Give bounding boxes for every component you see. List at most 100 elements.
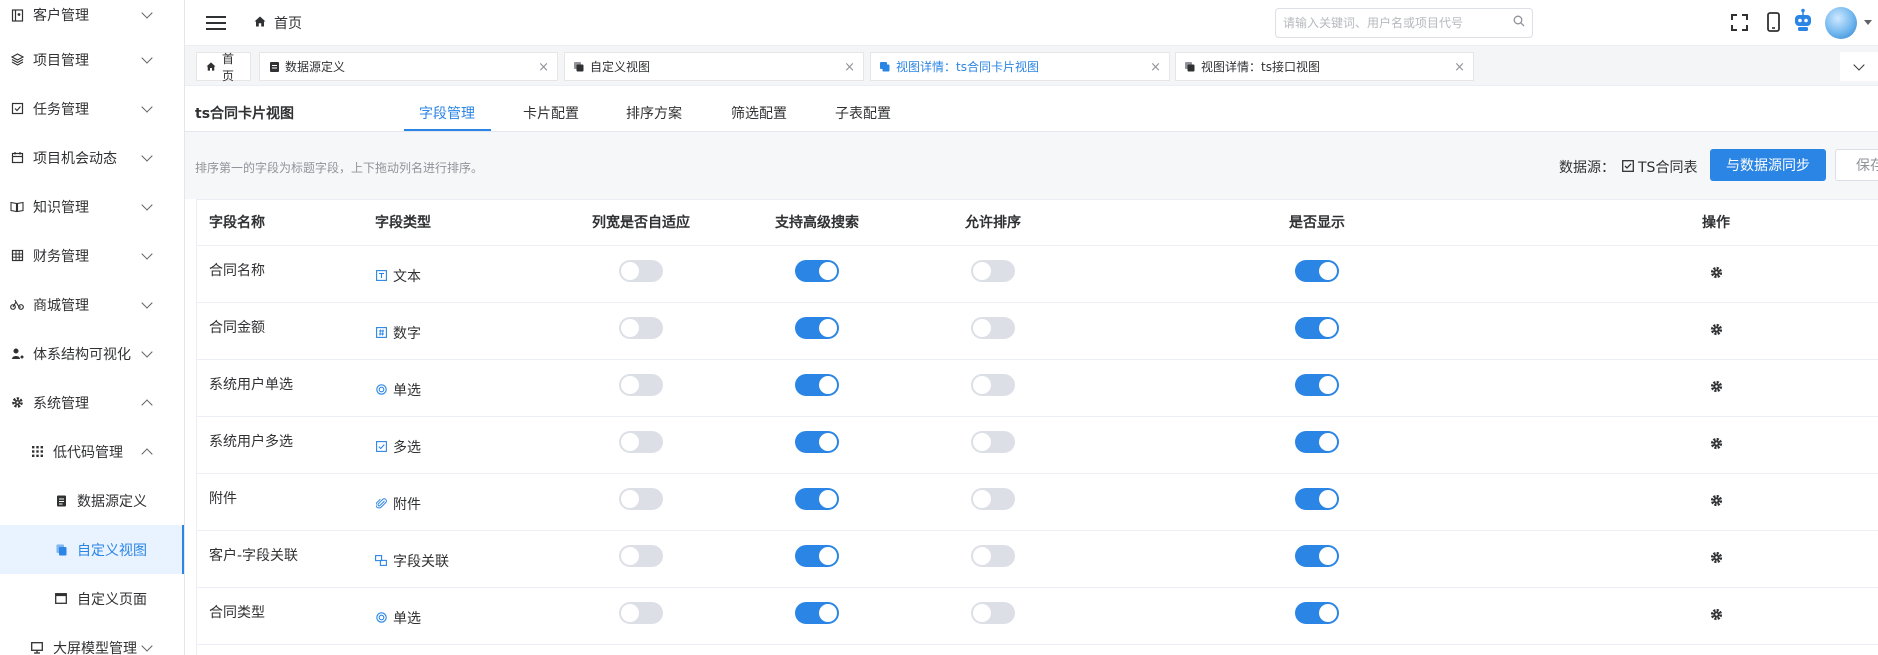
text-icon — [375, 270, 387, 282]
advanced-search-cell — [729, 473, 905, 531]
close-icon[interactable]: × — [844, 60, 855, 75]
subtab-subtable-config[interactable]: 子表配置 — [835, 103, 891, 123]
sidebar-item-knowledge[interactable]: 知识管理 — [0, 182, 184, 231]
tabs-dropdown-button[interactable] — [1840, 52, 1878, 81]
robot-assistant-icon[interactable] — [1792, 8, 1814, 31]
autowidth-switch[interactable] — [619, 544, 663, 567]
field-type-cell: 附件 — [375, 473, 553, 531]
sidebar-item-label: 系统管理 — [33, 395, 89, 412]
sidebar-item-label: 知识管理 — [33, 199, 89, 216]
tab-home[interactable]: 首页 — [196, 52, 251, 83]
user-avatar[interactable] — [1825, 7, 1857, 39]
sidebar-item-finance[interactable]: 财务管理 — [0, 231, 184, 280]
show-switch[interactable] — [1295, 487, 1339, 510]
tab-datasource[interactable]: 数据源定义 × — [259, 52, 558, 81]
subtab-sort-scheme[interactable]: 排序方案 — [626, 103, 682, 123]
advanced-search-switch[interactable] — [795, 373, 839, 396]
table-row[interactable]: 合同类型 单选 — [197, 587, 1878, 645]
close-icon[interactable]: × — [1454, 60, 1465, 75]
search-input[interactable] — [1283, 16, 1513, 30]
table-row[interactable]: 合同金额 数字 — [197, 302, 1878, 360]
mobile-icon[interactable] — [1762, 11, 1784, 33]
table-row[interactable]: 合同名称 文本 — [197, 245, 1878, 303]
allow-sort-switch[interactable] — [971, 601, 1015, 624]
allow-sort-switch[interactable] — [971, 316, 1015, 339]
show-switch[interactable] — [1295, 316, 1339, 339]
sidebar-item-system[interactable]: 系统管理 — [0, 378, 184, 427]
gear-icon[interactable] — [1710, 266, 1723, 283]
show-switch[interactable] — [1295, 373, 1339, 396]
autowidth-switch[interactable] — [619, 316, 663, 339]
menu-toggle-icon[interactable] — [206, 15, 226, 30]
field-type: 单选 — [393, 610, 421, 627]
sidebar-item-opportunities[interactable]: 项目机会动态 — [0, 133, 184, 182]
tab-view-detail-api[interactable]: 视图详情：ts接口视图 × — [1175, 52, 1474, 81]
tab-label: 自定义视图 — [590, 60, 651, 74]
show-switch[interactable] — [1295, 259, 1339, 282]
show-switch[interactable] — [1295, 430, 1339, 453]
advanced-search-switch[interactable] — [795, 601, 839, 624]
gear-icon[interactable] — [1710, 437, 1723, 454]
breadcrumb[interactable]: 首页 — [254, 13, 302, 33]
autowidth-switch[interactable] — [619, 430, 663, 453]
allow-sort-switch[interactable] — [971, 487, 1015, 510]
sidebar-item-bigscreen[interactable]: 大屏模型管理 — [0, 623, 184, 655]
gear-icon[interactable] — [1710, 494, 1723, 511]
tab-view-detail-card[interactable]: 视图详情：ts合同卡片视图 × — [870, 52, 1170, 81]
sidebar-item-customers[interactable]: 客户管理 — [0, 0, 184, 35]
save-button[interactable]: 保存 — [1835, 149, 1878, 181]
gear-icon[interactable] — [1710, 380, 1723, 397]
autowidth-switch[interactable] — [619, 373, 663, 396]
tab-custom-view[interactable]: 自定义视图 × — [564, 52, 864, 81]
field-name: 客户-字段关联 — [209, 547, 299, 564]
sidebar-item-datasource[interactable]: 数据源定义 — [0, 476, 184, 525]
table-row[interactable]: 系统用户多选 多选 — [197, 416, 1878, 474]
subtab-field-management[interactable]: 字段管理 — [419, 103, 475, 123]
sync-datasource-button[interactable]: 与数据源同步 — [1710, 149, 1826, 181]
table-row[interactable]: 客户-字段关联 字段关联 — [197, 530, 1878, 588]
subtab-filter-config[interactable]: 筛选配置 — [731, 103, 787, 123]
gear-icon[interactable] — [1710, 323, 1723, 340]
table-row[interactable]: 系统用户单选 单选 — [197, 359, 1878, 417]
advanced-search-switch[interactable] — [795, 259, 839, 282]
sidebar-item-custom-page[interactable]: 自定义页面 — [0, 574, 184, 623]
calendar-icon — [10, 151, 24, 165]
sidebar-item-mall[interactable]: 商城管理 — [0, 280, 184, 329]
autowidth-switch[interactable] — [619, 601, 663, 624]
show-switch[interactable] — [1295, 601, 1339, 624]
table-row[interactable]: 附件 附件 — [197, 473, 1878, 531]
apps-grid-icon — [30, 445, 44, 459]
sidebar-item-label: 项目管理 — [33, 52, 89, 69]
sidebar-item-tasks[interactable]: 任务管理 — [0, 84, 184, 133]
sidebar-item-label: 商城管理 — [33, 297, 89, 314]
search-icon[interactable] — [1513, 15, 1525, 31]
fullscreen-icon[interactable] — [1728, 11, 1750, 33]
autowidth-switch[interactable] — [619, 259, 663, 282]
sidebar-item-lowcode[interactable]: 低代码管理 — [0, 427, 184, 476]
subtab-card-config[interactable]: 卡片配置 — [523, 103, 579, 123]
advanced-search-switch[interactable] — [795, 316, 839, 339]
allow-sort-cell — [905, 416, 1081, 474]
close-icon[interactable]: × — [1150, 60, 1161, 75]
gear-icon[interactable] — [1710, 608, 1723, 625]
advanced-search-switch[interactable] — [795, 487, 839, 510]
field-name-cell: 合同类型 — [197, 587, 375, 645]
sidebar-item-label: 财务管理 — [33, 248, 89, 265]
caret-down-icon[interactable] — [1864, 20, 1872, 25]
advanced-search-switch[interactable] — [795, 544, 839, 567]
allow-sort-switch[interactable] — [971, 373, 1015, 396]
sidebar-item-custom-view[interactable]: 自定义视图 — [0, 525, 184, 574]
sidebar-item-label: 项目机会动态 — [33, 150, 117, 167]
show-switch[interactable] — [1295, 544, 1339, 567]
advanced-search-switch[interactable] — [795, 430, 839, 453]
close-icon[interactable]: × — [538, 60, 549, 75]
sidebar-item-projects[interactable]: 项目管理 — [0, 35, 184, 84]
view-title: ts合同卡片视图 — [195, 106, 295, 122]
layers-icon — [10, 53, 24, 67]
sidebar-item-architecture[interactable]: 体系结构可视化 — [0, 329, 184, 378]
autowidth-switch[interactable] — [619, 487, 663, 510]
gear-icon[interactable] — [1710, 551, 1723, 568]
allow-sort-switch[interactable] — [971, 259, 1015, 282]
allow-sort-switch[interactable] — [971, 544, 1015, 567]
allow-sort-switch[interactable] — [971, 430, 1015, 453]
